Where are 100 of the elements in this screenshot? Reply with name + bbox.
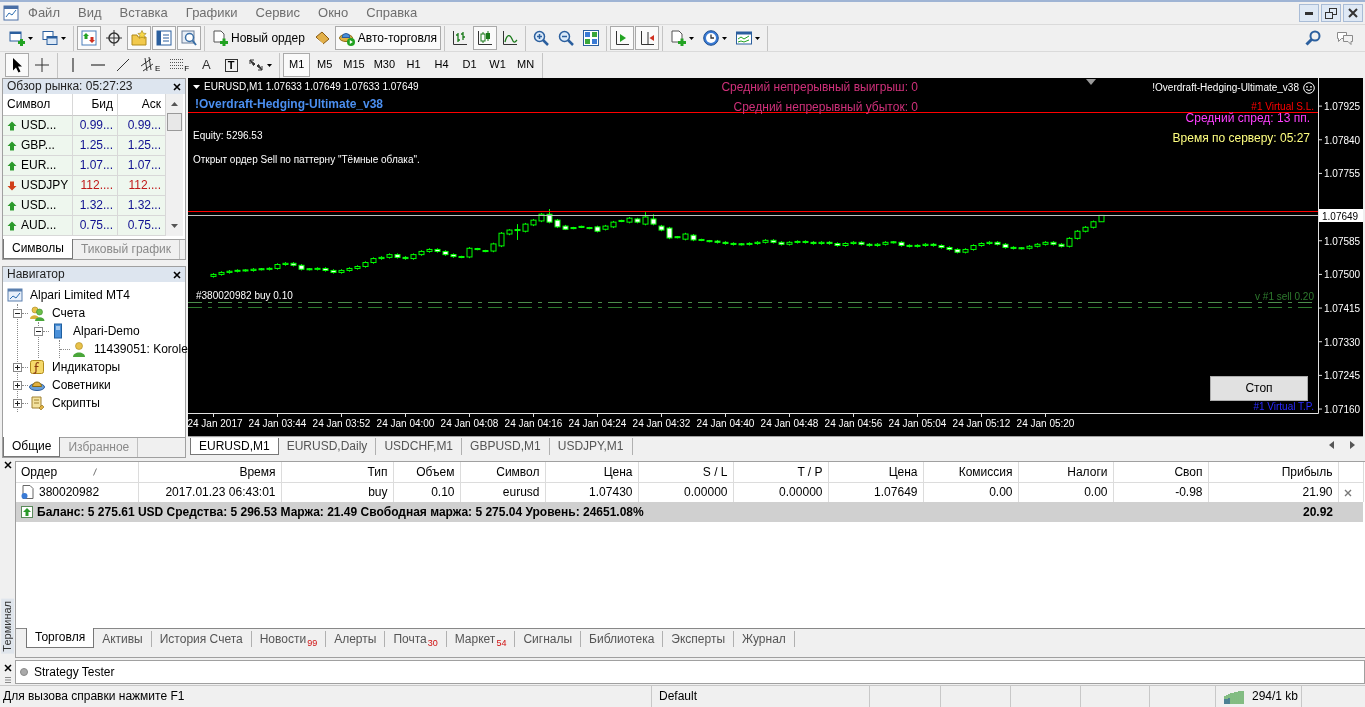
close-icon[interactable] — [173, 270, 181, 279]
axis-label: 24 Jan 04:56 — [824, 418, 883, 429]
column-header[interactable]: Цена — [545, 462, 638, 482]
menu-item[interactable]: Вид — [68, 5, 111, 21]
restore-button[interactable] — [1321, 4, 1341, 22]
new-order-button[interactable]: Новый ордер — [208, 26, 309, 50]
tab[interactable]: Эксперты — [663, 631, 735, 647]
cursor-button[interactable] — [5, 53, 29, 77]
tab[interactable]: Активы — [94, 631, 152, 647]
tab[interactable]: История Счета — [151, 631, 252, 647]
timeframe-button[interactable]: M30 — [369, 53, 400, 77]
channel-button[interactable]: E — [136, 53, 165, 77]
tab[interactable]: Алерты — [326, 631, 386, 647]
timeframe-button[interactable]: M15 — [339, 53, 369, 77]
tab[interactable]: EURUSD,Daily — [278, 438, 377, 455]
tab[interactable]: Журнал — [734, 631, 795, 647]
column-header[interactable]: Аск — [118, 94, 166, 116]
triangle-icon[interactable] — [1086, 79, 1096, 85]
close-icon[interactable] — [173, 82, 181, 91]
tree-item[interactable]: Счета — [52, 305, 86, 321]
symbol-name[interactable]: GBP... — [21, 138, 55, 153]
column-header[interactable]: T / P — [733, 462, 828, 482]
right-arrow-icon[interactable] — [1350, 441, 1355, 449]
tree-item[interactable]: Советники — [52, 377, 111, 393]
collapse-icon[interactable] — [13, 308, 22, 318]
timeframe-button[interactable]: D1 — [456, 53, 484, 77]
tab[interactable]: Почта$_{30}$ — [385, 631, 447, 647]
column-header[interactable]: Символ — [3, 94, 73, 116]
windows-icon — [42, 30, 58, 46]
candlestick-button[interactable] — [473, 26, 498, 50]
expand-icon[interactable] — [13, 398, 22, 408]
menu-item[interactable]: Вставка — [110, 5, 177, 21]
column-header[interactable]: Объем — [393, 462, 460, 482]
close-icon[interactable] — [3, 461, 12, 469]
tab[interactable]: Торговля — [26, 628, 95, 648]
menu-item[interactable]: Графики — [176, 5, 247, 21]
terminal-button[interactable] — [152, 26, 176, 50]
scrollbar[interactable] — [166, 94, 183, 236]
symbol-name[interactable]: USDJPY — [21, 178, 69, 193]
column-header[interactable]: Ордер — [21, 464, 58, 479]
menu-item[interactable]: Файл — [19, 5, 69, 21]
symbol-name[interactable]: USD... — [21, 198, 57, 213]
column-header[interactable]: Комиссия — [923, 462, 1018, 482]
text-tool-button[interactable]: A — [194, 53, 219, 77]
auto-trading-button[interactable]: Авто-торговля — [334, 26, 442, 50]
column-header[interactable]: Время — [138, 462, 281, 482]
symbol-name[interactable]: USD... — [21, 118, 57, 133]
timeframe-button[interactable]: M1 — [283, 53, 311, 77]
tree-item[interactable]: Индикаторы — [52, 359, 121, 375]
tab[interactable]: Символы — [3, 239, 73, 259]
expand-icon[interactable] — [13, 362, 22, 372]
tab[interactable]: GBPUSD,M1 — [462, 438, 550, 455]
tester-button[interactable] — [177, 26, 201, 50]
fibo-button[interactable]: F — [165, 53, 194, 77]
grip-icon[interactable] — [4, 676, 11, 684]
column-header[interactable]: Прибыль — [1208, 462, 1338, 482]
left-arrow-icon[interactable] — [1329, 441, 1334, 449]
tree-item[interactable]: Alpari-Demo — [73, 323, 140, 339]
menu-item[interactable]: Окно — [309, 5, 358, 21]
tab[interactable]: EURUSD,M1 — [190, 438, 279, 455]
tab[interactable]: Библиотека — [581, 631, 664, 647]
menu-item[interactable]: Сервис — [246, 5, 310, 21]
timeframe-button[interactable]: M5 — [311, 53, 339, 77]
column-header[interactable]: Тип — [281, 462, 393, 482]
chart-shift-button[interactable] — [635, 26, 660, 50]
tab[interactable]: Общие — [3, 437, 61, 457]
symbol-name[interactable]: AUD... — [21, 218, 57, 233]
timeframe-button[interactable]: H1 — [400, 53, 428, 77]
column-header[interactable]: Цена — [828, 462, 923, 482]
tree-item[interactable]: Скрипты — [52, 395, 100, 411]
expand-icon[interactable] — [13, 380, 22, 390]
tab[interactable]: USDCHF,M1 — [376, 438, 463, 455]
arrows-icon — [248, 57, 265, 73]
tab[interactable]: Новости$_{99}$ — [251, 631, 327, 647]
candle-wick — [789, 240, 790, 246]
close-button[interactable] — [1343, 4, 1363, 22]
minimize-button[interactable] — [1299, 4, 1319, 22]
label-tool-button[interactable]: T — [219, 53, 244, 77]
timeframe-button[interactable]: MN — [512, 53, 540, 77]
market-watch-button[interactable] — [77, 26, 101, 50]
tree-item[interactable]: 11439051: Korole — [94, 341, 188, 357]
symbol-name[interactable]: EUR... — [21, 158, 57, 173]
timeframe-button[interactable]: W1 — [484, 53, 512, 77]
autoscroll-button[interactable] — [610, 26, 635, 50]
menu-item[interactable]: Справка — [357, 5, 427, 21]
tab[interactable]: USDJPY,M1 — [549, 438, 633, 455]
caret-icon[interactable] — [193, 85, 200, 89]
column-header[interactable]: Символ — [460, 462, 545, 482]
stop-button[interactable]: Стоп — [1210, 376, 1308, 401]
column-header[interactable]: Бид — [73, 94, 118, 116]
tree-item[interactable]: Alpari Limited MT4 — [30, 287, 131, 303]
collapse-icon[interactable] — [34, 326, 43, 336]
close-icon[interactable] — [3, 664, 12, 672]
column-header[interactable]: Налоги — [1018, 462, 1113, 482]
tab[interactable]: Маркет$_{54}$ — [446, 631, 516, 647]
tab[interactable]: Сигналы — [515, 631, 582, 647]
column-header[interactable]: S / L — [638, 462, 733, 482]
axis-label: 1.07925 — [1324, 101, 1361, 113]
column-header[interactable]: Своп — [1113, 462, 1208, 482]
timeframe-button[interactable]: H4 — [428, 53, 456, 77]
